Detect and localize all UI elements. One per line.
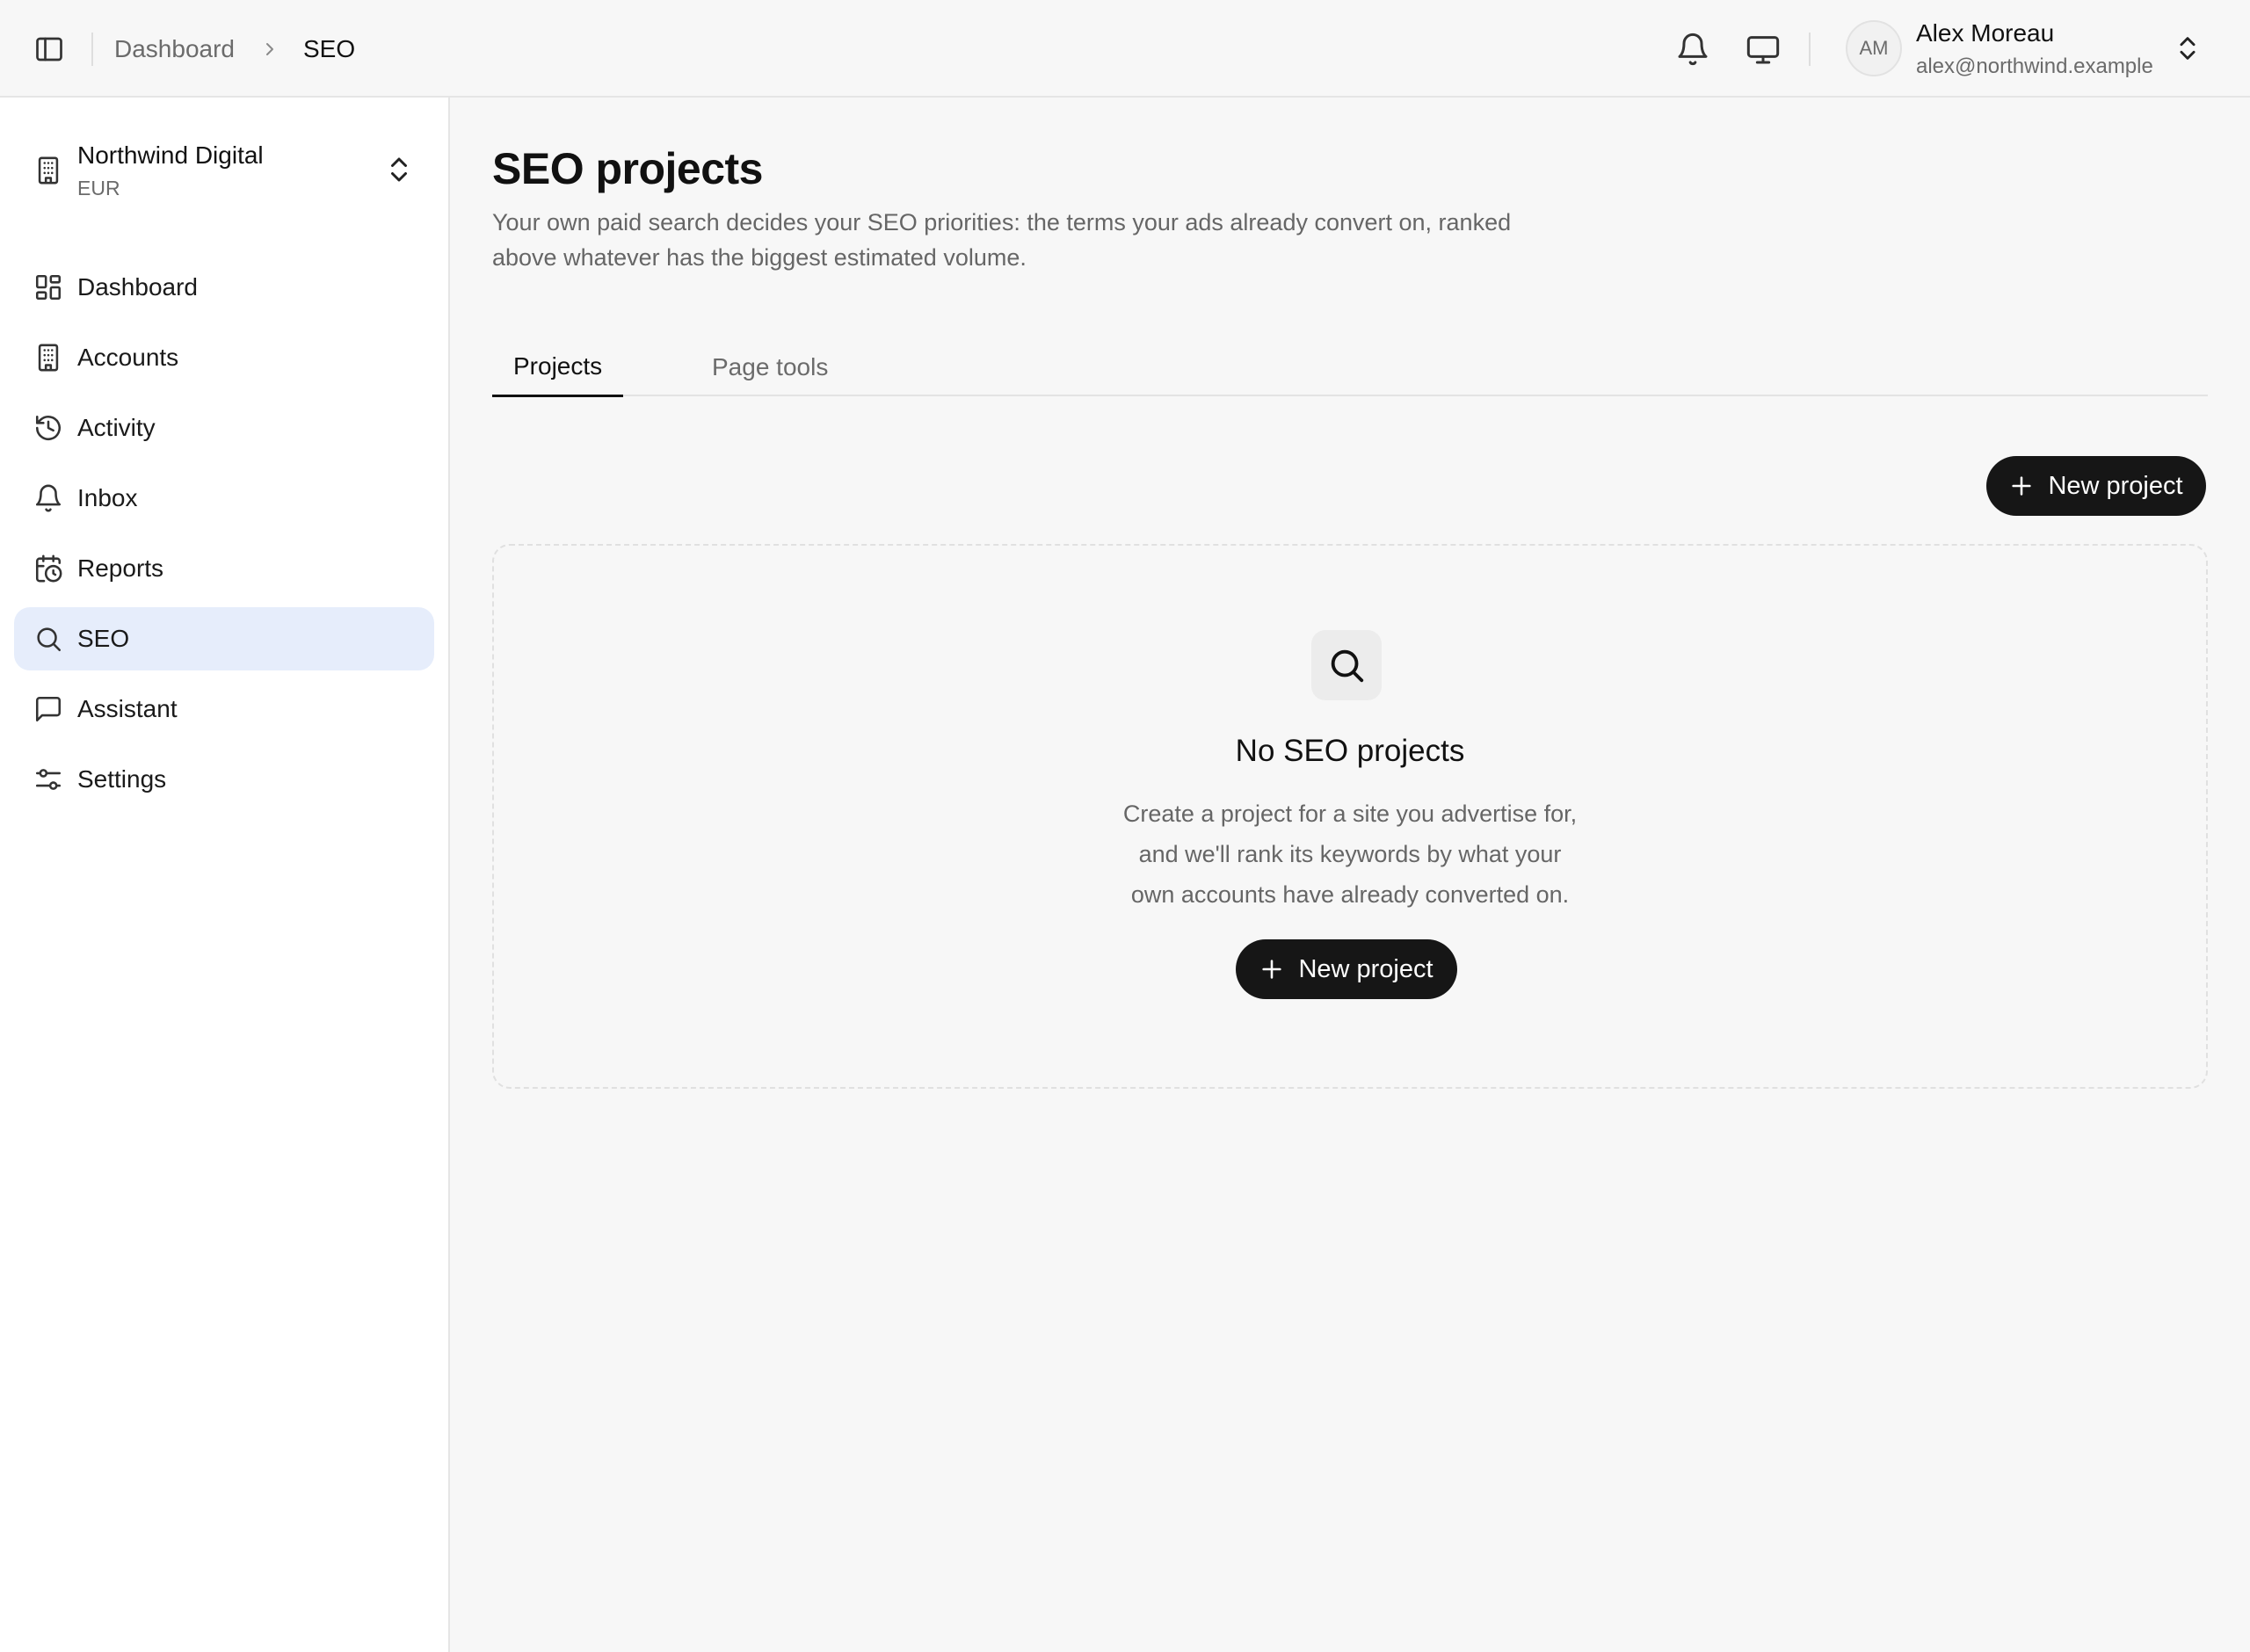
- org-currency: EUR: [77, 177, 120, 199]
- chevron-right-icon: [259, 39, 280, 60]
- empty-state-button-label: New project: [1298, 954, 1433, 983]
- top-divider: [1809, 33, 1811, 66]
- bell-icon: [33, 483, 63, 513]
- bell-icon[interactable]: [1675, 32, 1710, 67]
- sidebar-item-label: Settings: [77, 765, 167, 793]
- search-icon: [33, 624, 63, 654]
- sidebar-item-inbox[interactable]: Inbox: [14, 467, 434, 530]
- org-switcher[interactable]: Northwind Digital EUR: [0, 127, 448, 201]
- avatar[interactable]: AM: [1846, 20, 1902, 76]
- tab-projects[interactable]: Projects: [492, 338, 624, 397]
- empty-state-line: Create a project for a site you advertis…: [1122, 801, 1578, 827]
- sliders-icon: [33, 764, 63, 794]
- plus-icon: [1259, 957, 1284, 982]
- empty-state-new-project-button[interactable]: New project: [1236, 939, 1457, 999]
- building-icon: [33, 343, 63, 373]
- sidebar-item-label: Dashboard: [77, 273, 198, 301]
- sidebar-item-dashboard[interactable]: Dashboard: [14, 256, 434, 319]
- tab-page-tools[interactable]: Page tools: [691, 338, 849, 396]
- org-name: Northwind Digital: [77, 141, 264, 169]
- top-divider: [91, 33, 93, 66]
- new-project-label: New project: [2048, 471, 2183, 500]
- sidebar-item-settings[interactable]: Settings: [14, 748, 434, 811]
- page-title: SEO projects: [492, 144, 764, 193]
- sidebar-item-label: Accounts: [77, 344, 179, 371]
- sidebar-item-label: Inbox: [77, 484, 138, 511]
- sidebar-item-label: Activity: [77, 414, 156, 441]
- sidebar-item-reports[interactable]: Reports: [14, 537, 434, 600]
- empty-state-title: No SEO projects: [1235, 734, 1465, 768]
- empty-state-text: Create a project for a site you advertis…: [494, 793, 2206, 915]
- sidebar-item-label: Reports: [77, 554, 164, 582]
- search-icon: [1311, 630, 1382, 700]
- sidebar-item-label: SEO: [77, 625, 130, 652]
- sidebar: Northwind Digital EUR Dashboard Accounts…: [0, 98, 450, 1652]
- sidebar-item-activity[interactable]: Activity: [14, 396, 434, 460]
- breadcrumb-dashboard-link[interactable]: Dashboard: [114, 35, 235, 63]
- tab-label: Page tools: [712, 353, 829, 380]
- empty-state-line: and we'll rank its keywords by what your: [1138, 841, 1562, 867]
- sidebar-item-seo[interactable]: SEO: [14, 607, 434, 670]
- main-content: SEO projects Your own paid search decide…: [452, 98, 2250, 1652]
- breadcrumb-current: SEO: [302, 34, 356, 62]
- empty-state-line: own accounts have already converted on.: [1130, 881, 1570, 908]
- monitor-icon[interactable]: [1746, 32, 1781, 67]
- dashboard-icon: [33, 272, 63, 302]
- sidebar-toggle-icon[interactable]: [32, 33, 67, 65]
- sidebar-item-label: Assistant: [77, 695, 178, 722]
- user-name[interactable]: Alex Moreau: [1916, 19, 2054, 47]
- user-email: alex@northwind.example: [1916, 54, 2153, 78]
- top-bar: Dashboard SEO AM Alex Moreau alex@northw…: [0, 0, 2250, 98]
- sidebar-item-assistant[interactable]: Assistant: [14, 677, 434, 741]
- sidebar-item-accounts[interactable]: Accounts: [14, 326, 434, 389]
- tab-bar: Projects Page tools: [492, 338, 2208, 397]
- tab-label: Projects: [513, 352, 603, 380]
- empty-state: No SEO projects Create a project for a s…: [492, 544, 2208, 1089]
- plus-icon: [2009, 474, 2034, 498]
- new-project-button[interactable]: New project: [1986, 456, 2206, 516]
- sidebar-nav: Dashboard Accounts Activity Inbox Report…: [14, 256, 434, 818]
- building-icon: [33, 156, 63, 185]
- chevrons-up-down-icon[interactable]: [2173, 33, 2203, 63]
- chevrons-up-down-icon[interactable]: [383, 154, 415, 185]
- history-icon: [33, 413, 63, 443]
- message-square-icon: [33, 694, 63, 724]
- avatar-initials: AM: [1859, 37, 1889, 59]
- calendar-clock-icon: [33, 554, 63, 583]
- page-description: Your own paid search decides your SEO pr…: [492, 209, 1512, 271]
- breadcrumb: Dashboard SEO: [114, 0, 355, 98]
